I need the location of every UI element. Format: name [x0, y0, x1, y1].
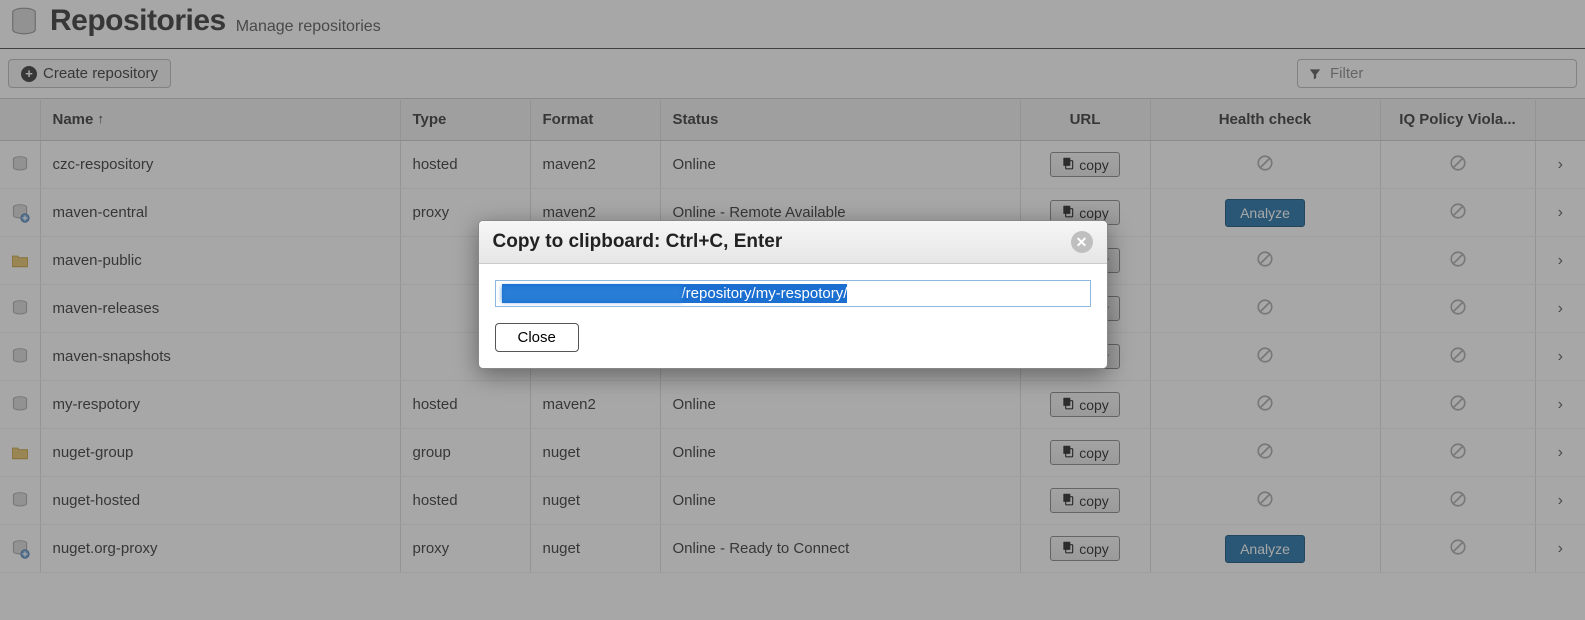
clipboard-url-suffix: /repository/my-respotory/: [682, 285, 848, 302]
clipboard-url-input[interactable]: /repository/my-respotory/: [495, 280, 1091, 307]
modal-header: Copy to clipboard: Ctrl+C, Enter ✕: [479, 221, 1107, 264]
modal-body: /repository/my-respotory/: [479, 264, 1107, 323]
modal-overlay[interactable]: Copy to clipboard: Ctrl+C, Enter ✕ /repo…: [0, 0, 1585, 620]
modal-footer: Close: [479, 323, 1107, 368]
redacted-url-prefix: [502, 286, 682, 302]
copy-clipboard-modal: Copy to clipboard: Ctrl+C, Enter ✕ /repo…: [478, 220, 1108, 369]
modal-close-button[interactable]: ✕: [1071, 231, 1093, 253]
modal-close-footer-button[interactable]: Close: [495, 323, 579, 352]
modal-title: Copy to clipboard: Ctrl+C, Enter: [493, 231, 783, 253]
close-icon: ✕: [1076, 234, 1088, 251]
